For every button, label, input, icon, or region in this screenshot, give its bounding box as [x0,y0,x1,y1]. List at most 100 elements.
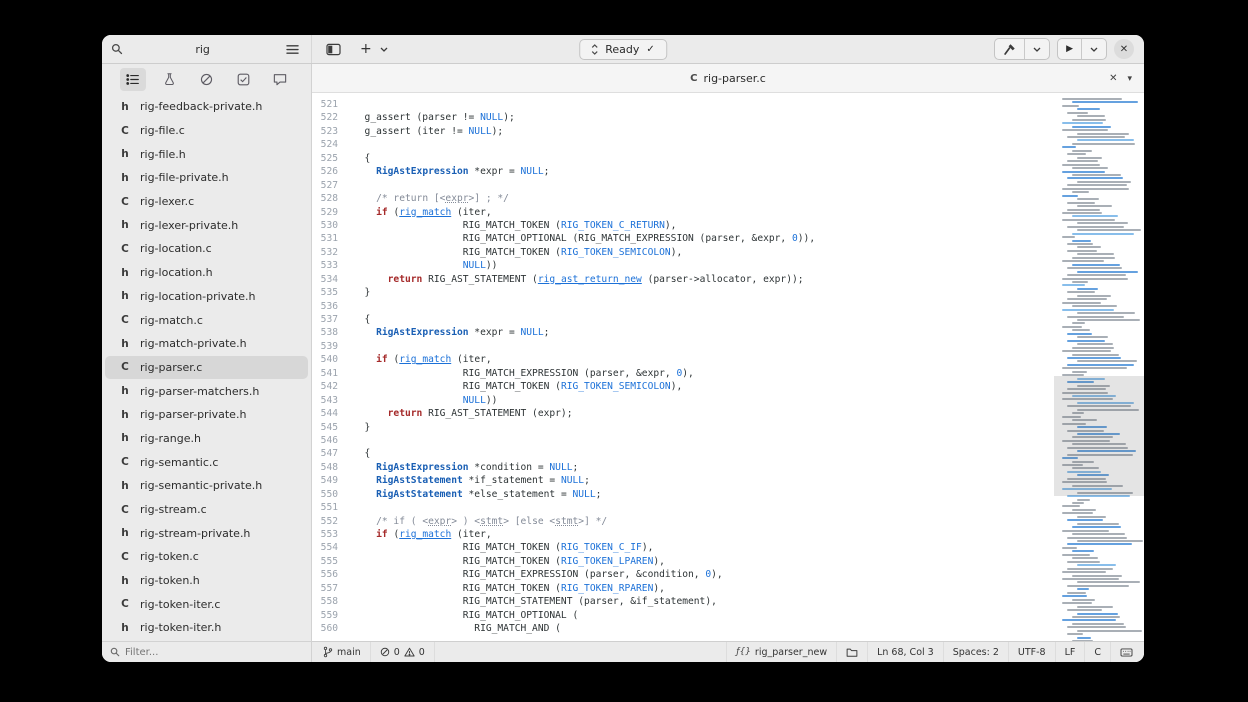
build-menu-button[interactable] [1024,39,1049,59]
panel-tab-project-tree[interactable] [120,68,146,91]
file-item-rig-token.c[interactable]: Crig-token.c [102,545,311,569]
code-line-560[interactable]: 560 RIG_MATCH_AND ( [312,622,1054,635]
code-line-522[interactable]: 522 g_assert (parser != NULL); [312,111,1054,124]
file-item-rig-location.h[interactable]: hrig-location.h [102,261,311,285]
code-line-553[interactable]: 553 if (rig_match (iter, [312,528,1054,541]
indentation-button[interactable]: Spaces: 2 [943,642,1008,662]
file-item-rig-location.c[interactable]: Crig-location.c [102,237,311,261]
code-line-524[interactable]: 524 [312,138,1054,151]
code-line-538[interactable]: 538 RigAstExpression *expr = NULL; [312,326,1054,339]
file-item-rig-file.c[interactable]: Crig-file.c [102,119,311,143]
line-number: 521 [312,98,344,111]
file-item-rig-file-private.h[interactable]: hrig-file-private.h [102,166,311,190]
project-search-entry[interactable] [110,38,277,60]
file-item-rig-semantic.c[interactable]: Crig-semantic.c [102,450,311,474]
code-line-549[interactable]: 549 RigAstStatement *if_statement = NULL… [312,474,1054,487]
code-line-544[interactable]: 544 return RIG_AST_STATEMENT (expr); [312,407,1054,420]
file-item-rig-token-iter.h[interactable]: hrig-token-iter.h [102,616,311,640]
branch-button[interactable]: main [314,642,371,662]
file-item-rig-parser.c[interactable]: Crig-parser.c [105,356,308,380]
file-item-rig-file.h[interactable]: hrig-file.h [102,142,311,166]
close-tab-button[interactable]: ✕ [1109,73,1117,84]
code-line-521[interactable]: 521 [312,98,1054,111]
line-ending-button[interactable]: LF [1055,642,1085,662]
file-language-icon: h [119,148,131,160]
file-item-rig-semantic-private.h[interactable]: hrig-semantic-private.h [102,474,311,498]
new-tab-button[interactable]: + [352,38,380,60]
file-item-rig-stream-private.h[interactable]: hrig-stream-private.h [102,521,311,545]
code-line-548[interactable]: 548 RigAstExpression *condition = NULL; [312,461,1054,474]
file-item-rig-match-private.h[interactable]: hrig-match-private.h [102,332,311,356]
code-line-557[interactable]: 557 RIG_MATCH_TOKEN (RIG_TOKEN_RPAREN), [312,582,1054,595]
encoding-button[interactable]: UTF-8 [1008,642,1055,662]
code-scroll-area[interactable]: 521522 g_assert (parser != NULL);523 g_a… [312,93,1054,641]
code-line-555[interactable]: 555 RIG_MATCH_TOKEN (RIG_TOKEN_LPAREN), [312,555,1054,568]
panel-tab-todo[interactable] [230,68,256,91]
file-item-rig-stream.c[interactable]: Crig-stream.c [102,498,311,522]
code-line-559[interactable]: 559 RIG_MATCH_OPTIONAL ( [312,609,1054,622]
code-line-532[interactable]: 532 RIG_MATCH_TOKEN (RIG_TOKEN_SEMICOLON… [312,246,1054,259]
code-line-534[interactable]: 534 return RIG_AST_STATEMENT (rig_ast_re… [312,273,1054,286]
code-line-533[interactable]: 533 NULL)) [312,259,1054,272]
cursor-position-button[interactable]: Ln 68, Col 3 [867,642,943,662]
file-item-rig-parser-private.h[interactable]: hrig-parser-private.h [102,403,311,427]
code-line-537[interactable]: 537 { [312,313,1054,326]
code-line-547[interactable]: 547 { [312,447,1054,460]
panel-tab-build[interactable] [157,68,183,91]
menu-button[interactable] [281,38,303,60]
code-line-539[interactable]: 539 [312,340,1054,353]
file-item-rig-range.h[interactable]: hrig-range.h [102,427,311,451]
keyboard-button[interactable] [1110,642,1142,662]
file-item-rig-match.c[interactable]: Crig-match.c [102,308,311,332]
search-input[interactable] [128,43,277,56]
code-line-528[interactable]: 528 /* return [<expr>] ; */ [312,192,1054,205]
file-item-rig-location-private.h[interactable]: hrig-location-private.h [102,285,311,309]
code-line-554[interactable]: 554 RIG_MATCH_TOKEN (RIG_TOKEN_C_IF), [312,541,1054,554]
minimap[interactable] [1054,93,1144,641]
code-line-543[interactable]: 543 NULL)) [312,394,1054,407]
close-window-button[interactable]: ✕ [1114,39,1134,59]
file-item-rig-token.h[interactable]: hrig-token.h [102,569,311,593]
language-button[interactable]: C [1084,642,1110,662]
run-menu-button[interactable] [1081,39,1106,59]
code-line-526[interactable]: 526 RigAstExpression *expr = NULL; [312,165,1054,178]
file-item-rig-lexer-private.h[interactable]: hrig-lexer-private.h [102,213,311,237]
code-line-552[interactable]: 552 /* if ( <expr> ) <stmt> [else <stmt>… [312,515,1054,528]
code-line-530[interactable]: 530 RIG_MATCH_TOKEN (RIG_TOKEN_C_RETURN)… [312,219,1054,232]
code-line-536[interactable]: 536 [312,300,1054,313]
omnibar-status-button[interactable]: Ready ✓ [579,39,667,60]
panel-tab-chat[interactable] [267,68,293,91]
line-number: 527 [312,179,344,192]
diagnostics-button[interactable]: 0 0 [371,642,435,662]
file-item-rig-feedback-private.h[interactable]: hrig-feedback-private.h [102,95,311,119]
run-button[interactable]: ▶ [1058,39,1081,59]
code-line-525[interactable]: 525 { [312,152,1054,165]
code-line-545[interactable]: 545 } [312,421,1054,434]
filter-input[interactable] [125,647,303,658]
code-line-523[interactable]: 523 g_assert (iter != NULL); [312,125,1054,138]
code-line-551[interactable]: 551 [312,501,1054,514]
code-line-542[interactable]: 542 RIG_MATCH_TOKEN (RIG_TOKEN_SEMICOLON… [312,380,1054,393]
code-line-558[interactable]: 558 RIG_MATCH_STATEMENT (parser, &if_sta… [312,595,1054,608]
tab-list-button[interactable]: ▾ [1127,73,1132,84]
code-line-529[interactable]: 529 if (rig_match (iter, [312,206,1054,219]
code-line-546[interactable]: 546 [312,434,1054,447]
panel-tab-diagnostics[interactable] [194,68,220,91]
project-folder-button[interactable] [836,642,867,662]
current-symbol-button[interactable]: ƒ{} rig_parser_new [726,642,836,662]
code-line-556[interactable]: 556 RIG_MATCH_EXPRESSION (parser, &condi… [312,568,1054,581]
tab-rig-parser[interactable]: C rig-parser.c [312,72,1144,85]
code-line-531[interactable]: 531 RIG_MATCH_OPTIONAL (RIG_MATCH_EXPRES… [312,232,1054,245]
code-line-550[interactable]: 550 RigAstStatement *else_statement = NU… [312,488,1054,501]
code-line-527[interactable]: 527 [312,179,1054,192]
file-item-rig-token-iter.c[interactable]: Crig-token-iter.c [102,592,311,616]
file-item-rig-lexer.c[interactable]: Crig-lexer.c [102,190,311,214]
code-line-541[interactable]: 541 RIG_MATCH_EXPRESSION (parser, &expr,… [312,367,1054,380]
toggle-sidebar-button[interactable] [322,38,344,60]
build-button[interactable] [995,39,1024,59]
file-item-rig-parser-matchers.h[interactable]: hrig-parser-matchers.h [102,379,311,403]
minimap-viewport[interactable] [1054,376,1144,497]
code-line-535[interactable]: 535 } [312,286,1054,299]
code-line-540[interactable]: 540 if (rig_match (iter, [312,353,1054,366]
new-tab-menu-button[interactable] [380,38,396,60]
